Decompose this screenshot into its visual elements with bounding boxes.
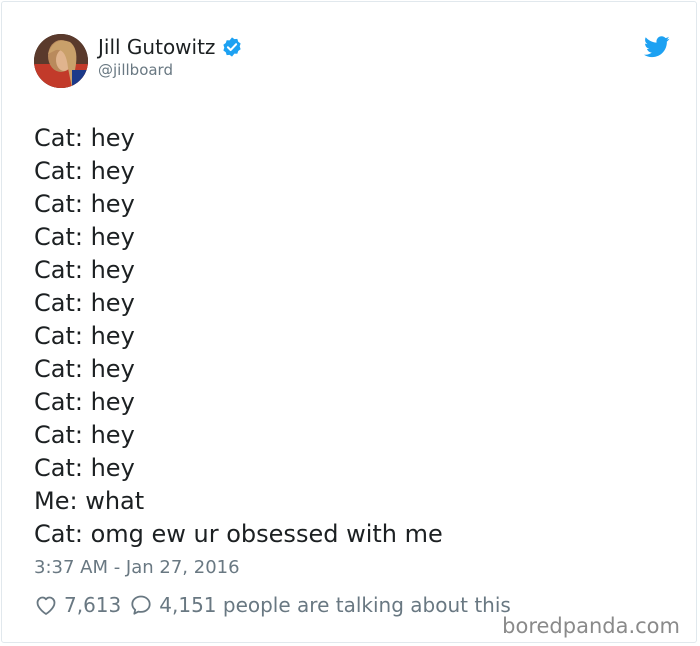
heart-icon[interactable] [34, 593, 58, 617]
tweet-line: Cat: hey [34, 289, 135, 317]
author-handle[interactable]: @jillboard [98, 60, 173, 80]
tweet-line: Cat: hey [34, 454, 135, 482]
tweet-line: Cat: hey [34, 388, 135, 416]
replies-label[interactable]: 4,151 people are talking about this [159, 592, 511, 618]
author-display-name[interactable]: Jill Gutowitz [98, 34, 215, 60]
tweet-line: Cat: hey [34, 421, 135, 449]
tweet-line: Cat: hey [34, 256, 135, 284]
twitter-bird-icon[interactable] [644, 36, 670, 58]
tweet-timestamp[interactable]: 3:37 AM - Jan 27, 2016 [34, 556, 240, 580]
speech-bubble-icon[interactable] [129, 593, 153, 617]
verified-badge-icon [223, 37, 242, 57]
author-name-row: Jill Gutowitz [98, 34, 243, 60]
tweet-text: Cat: hey Cat: hey Cat: hey Cat: hey Cat:… [34, 122, 443, 551]
tweet-card: Jill Gutowitz @jillboard Cat: hey Cat: h… [1, 1, 697, 643]
tweet-stats: 7,613 4,151 people are talking about thi… [34, 592, 519, 618]
like-count[interactable]: 7,613 [64, 592, 121, 618]
tweet-line: Cat: hey [34, 157, 135, 185]
tweet-line: Me: what [34, 487, 145, 515]
tweet-line: Cat: omg ew ur obsessed with me [34, 520, 443, 548]
tweet-line: Cat: hey [34, 355, 135, 383]
profile-photo [34, 34, 88, 88]
tweet-line: Cat: hey [34, 322, 135, 350]
tweet-line: Cat: hey [34, 190, 135, 218]
tweet-line: Cat: hey [34, 124, 135, 152]
watermark: boredpanda.com [502, 614, 680, 638]
avatar[interactable] [34, 34, 88, 88]
tweet-line: Cat: hey [34, 223, 135, 251]
